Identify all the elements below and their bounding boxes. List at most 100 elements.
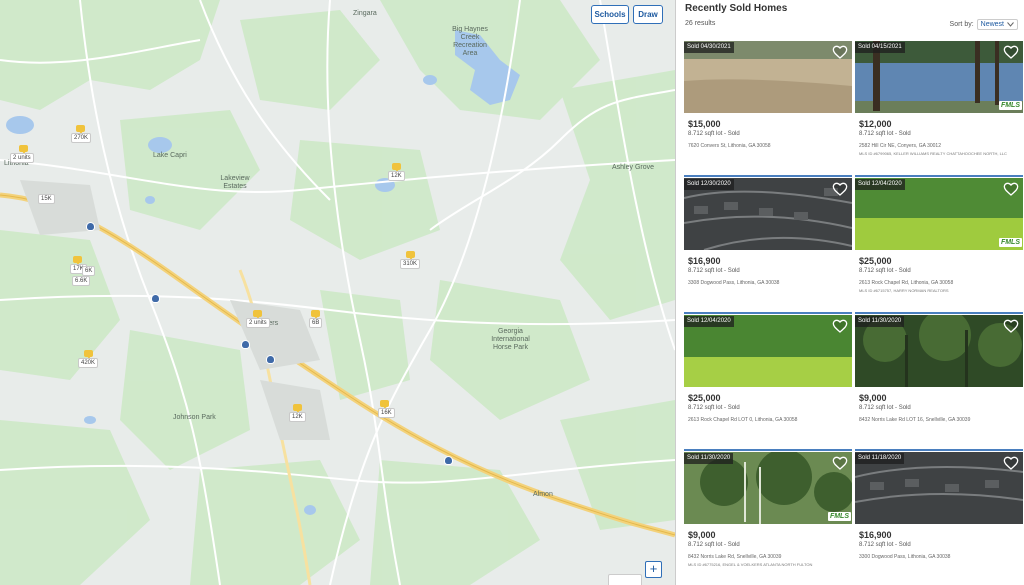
interstate-shield-icon <box>444 456 453 465</box>
sort-select[interactable]: Newest <box>976 19 1018 30</box>
map-label-big-haynes: Big Haynes Creek Recreation Area <box>452 26 488 57</box>
listing-card[interactable]: Sold 11/18/2020 $16,900 8.712 sqft lot -… <box>855 449 1023 584</box>
listing-lot-size: 8.712 sqft lot - Sold <box>859 542 911 548</box>
map-view[interactable]: Lithonia Conyers Lake Capri Lakeview Est… <box>0 0 675 585</box>
listing-card[interactable]: Sold 12/04/2020 $25,000 8.712 sqft lot -… <box>684 312 852 447</box>
listing-mls-info: MLS ID #6715757, HARRY NORMAN REALTORS <box>859 288 949 293</box>
interstate-shield-icon <box>86 222 95 231</box>
map-label-lakeview-estates: Lakeview Estates <box>220 175 250 190</box>
favorite-heart-icon[interactable] <box>832 455 848 471</box>
price-marker[interactable]: 15K <box>38 194 55 204</box>
listing-card[interactable]: Sold 12/30/2020 $16,900 8.712 sqft lot -… <box>684 175 852 310</box>
sort-control: Sort by: Newest <box>950 19 1018 30</box>
listing-card[interactable]: Sold 11/30/2020 $9,000 8.712 sqft lot - … <box>855 312 1023 447</box>
sold-date-tag: Sold 04/15/2021 <box>855 42 905 53</box>
listing-address[interactable]: 2613 Rock Chapel Rd LOT 0, Lithonia, GA … <box>688 417 797 423</box>
fmls-logo: FMLS <box>827 512 851 521</box>
marker-pin-icon[interactable] <box>406 251 415 260</box>
listing-photo[interactable]: Sold 11/18/2020 <box>855 452 1023 524</box>
price-marker[interactable]: 270K <box>71 133 92 143</box>
listing-lot-size: 8.712 sqft lot - Sold <box>688 131 740 137</box>
price-marker[interactable]: 2 units <box>10 153 34 163</box>
listing-mls-info: MLS ID #6775216, ENGEL & VOELKERS ATLANT… <box>688 562 813 567</box>
sold-date-tag: Sold 11/18/2020 <box>855 453 905 464</box>
map-label-horse-park: Georgia International Horse Park <box>491 328 530 351</box>
listing-price: $16,900 <box>859 530 892 540</box>
favorite-heart-icon[interactable] <box>832 318 848 334</box>
listing-address[interactable]: 3300 Dogwood Pass, Lithonia, GA 30038 <box>859 554 950 560</box>
price-marker[interactable]: 310K <box>400 259 421 269</box>
sold-date-tag: Sold 12/04/2020 <box>855 179 905 190</box>
listing-photo[interactable]: Sold 12/04/2020 FMLS <box>855 178 1023 250</box>
sold-date-tag: Sold 04/30/2021 <box>684 42 734 53</box>
listing-photo[interactable]: Sold 11/30/2020 FMLS <box>684 452 852 524</box>
favorite-heart-icon[interactable] <box>1003 455 1019 471</box>
listing-mls-info: MLS ID #6799065, KELLER WILLIAMS REALTY … <box>859 151 1007 156</box>
map-label-ashley-grove: Ashley Grove <box>612 164 655 171</box>
price-marker[interactable]: 6.6K <box>72 276 91 286</box>
app-root: Lithonia Conyers Lake Capri Lakeview Est… <box>0 0 1024 585</box>
listing-lot-size: 8.712 sqft lot - Sold <box>688 542 740 548</box>
price-marker[interactable]: 6K <box>82 266 96 276</box>
schools-button[interactable]: Schools <box>591 5 629 24</box>
listing-price: $12,000 <box>859 119 892 129</box>
favorite-heart-icon[interactable] <box>1003 181 1019 197</box>
sort-label: Sort by: <box>949 21 974 28</box>
listing-address[interactable]: 8432 Norris Lake Rd, Snellville, GA 3003… <box>688 554 781 560</box>
listing-photo[interactable]: Sold 12/30/2020 <box>684 178 852 250</box>
listing-address[interactable]: 3308 Dogwood Pass, Lithonia, GA 30038 <box>688 280 779 286</box>
listing-address[interactable]: 8432 Norris Lake Rd LOT 16, Snellville, … <box>859 417 970 423</box>
price-marker[interactable]: 12K <box>388 171 405 181</box>
listing-address[interactable]: 2613 Rock Chapel Rd, Lithonia, GA 30058 <box>859 280 953 286</box>
marker-pin-icon[interactable] <box>311 310 320 319</box>
listing-photo[interactable]: Sold 11/30/2020 <box>855 315 1023 387</box>
marker-pin-icon[interactable] <box>73 256 82 265</box>
listing-address[interactable]: 2582 Hill Cir NE, Conyers, GA 30012 <box>859 143 941 149</box>
marker-pin-icon[interactable] <box>76 125 85 134</box>
favorite-heart-icon[interactable] <box>1003 318 1019 334</box>
listing-photo[interactable]: Sold 12/04/2020 <box>684 315 852 387</box>
price-marker[interactable]: 2 units <box>246 318 270 328</box>
sold-date-tag: Sold 11/30/2020 <box>684 453 734 464</box>
listing-address[interactable]: 7620 Convers St, Lithonia, GA 30058 <box>688 143 771 149</box>
card-divider <box>855 449 1023 451</box>
card-divider <box>684 312 852 314</box>
interstate-shield-icon <box>241 340 250 349</box>
price-marker[interactable]: 6B <box>309 318 323 328</box>
listing-lot-size: 8.712 sqft lot - Sold <box>859 268 911 274</box>
listing-lot-size: 8.712 sqft lot - Sold <box>688 405 740 411</box>
map-type-toggle[interactable] <box>608 574 642 585</box>
listing-card[interactable]: Sold 12/04/2020 FMLS $25,000 8.712 sqft … <box>855 175 1023 310</box>
map-canvas <box>0 0 675 585</box>
marker-pin-icon[interactable] <box>392 163 401 172</box>
listing-photo[interactable]: Sold 04/15/2021 FMLS <box>855 41 1023 113</box>
card-divider <box>855 312 1023 314</box>
listing-price: $9,000 <box>859 393 887 403</box>
marker-pin-icon[interactable] <box>84 350 93 359</box>
listing-lot-size: 8.712 sqft lot - Sold <box>859 131 911 137</box>
listing-price: $15,000 <box>688 119 721 129</box>
listing-card[interactable]: Sold 11/30/2020 FMLS $9,000 8.712 sqft l… <box>684 449 852 584</box>
zoom-in-button[interactable]: + <box>645 561 662 578</box>
price-marker[interactable]: 12K <box>289 412 306 422</box>
listing-panel: Recently Sold Homes 26 results Sort by: … <box>675 0 1024 585</box>
listing-lot-size: 8.712 sqft lot - Sold <box>859 405 911 411</box>
favorite-heart-icon[interactable] <box>832 181 848 197</box>
marker-pin-icon[interactable] <box>19 145 28 154</box>
favorite-heart-icon[interactable] <box>1003 44 1019 60</box>
draw-button[interactable]: Draw <box>633 5 663 24</box>
listing-photo[interactable]: Sold 04/30/2021 <box>684 41 852 113</box>
price-marker[interactable]: 420K <box>78 358 99 368</box>
card-divider <box>684 175 852 177</box>
marker-pin-icon[interactable] <box>293 404 302 413</box>
favorite-heart-icon[interactable] <box>832 44 848 60</box>
map-label-johnson-park: Johnson Park <box>173 414 216 421</box>
listing-price: $25,000 <box>688 393 721 403</box>
map-label-almon: Almon <box>533 491 553 498</box>
price-marker[interactable]: 16K <box>378 408 395 418</box>
listing-card[interactable]: Sold 04/15/2021 FMLS $12,000 8.712 sqft … <box>855 41 1023 173</box>
marker-pin-icon[interactable] <box>253 310 262 319</box>
listing-card[interactable]: Sold 04/30/2021 $15,000 8.712 sqft lot -… <box>684 41 852 173</box>
interstate-shield-icon <box>151 294 160 303</box>
marker-pin-icon[interactable] <box>380 400 389 409</box>
